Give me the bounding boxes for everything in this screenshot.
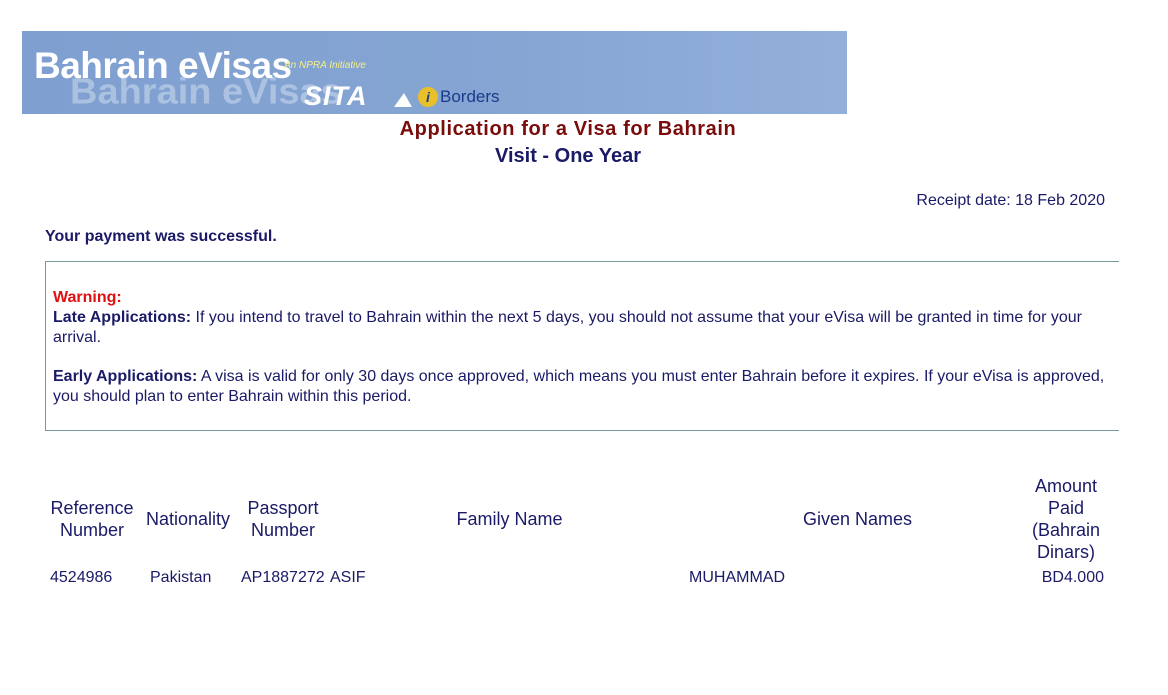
banner-title: Bahrain eVisas bbox=[34, 45, 292, 86]
warning-box: Warning: Late Applications: If you inten… bbox=[45, 261, 1119, 431]
iborders-logo-text: Borders bbox=[440, 87, 500, 106]
cell-family-name: ASIF bbox=[330, 569, 366, 586]
late-applications-paragraph: Late Applications: If you intend to trav… bbox=[53, 308, 1111, 348]
cell-nationality: Pakistan bbox=[150, 569, 212, 586]
early-applications-title: Early Applications: bbox=[53, 368, 198, 385]
warning-label: Warning: bbox=[53, 289, 122, 306]
table-row: 4524986 Pakistan AP1887272 ASIF MUHAMMAD… bbox=[44, 563, 1106, 587]
header-given-names: Given Names bbox=[802, 509, 913, 529]
cell-amount-paid: BD4.000 bbox=[1041, 569, 1104, 586]
sita-logo: SITA bbox=[304, 81, 368, 111]
cell-reference-number: 4524986 bbox=[50, 569, 113, 586]
sita-swoosh-icon bbox=[394, 93, 412, 107]
payment-success-message: Your payment was successful. bbox=[45, 228, 277, 245]
table-header-row: Reference Number Nationality Passport Nu… bbox=[44, 475, 1106, 563]
header-reference-number: Reference Number bbox=[50, 498, 134, 540]
application-table: Reference Number Nationality Passport Nu… bbox=[44, 475, 1106, 587]
early-applications-text: A visa is valid for only 30 days once ap… bbox=[53, 368, 1105, 405]
late-applications-text: If you intend to travel to Bahrain withi… bbox=[53, 309, 1082, 346]
header-family-name: Family Name bbox=[456, 509, 563, 529]
page-title: Application for a Visa for Bahrain bbox=[399, 118, 737, 140]
page-subtitle: Visit - One Year bbox=[494, 145, 641, 167]
header-passport-number: Passport Number bbox=[247, 498, 319, 540]
header-amount-paid: Amount Paid (Bahrain Dinars) bbox=[1031, 476, 1101, 562]
cell-given-names: MUHAMMAD bbox=[689, 569, 785, 586]
info-circle-icon: i bbox=[418, 87, 438, 107]
banner: Bahrain eVisas Bahrain eVisas An NPRA In… bbox=[22, 31, 847, 114]
cell-passport-number: AP1887272 bbox=[241, 569, 325, 586]
iborders-logo: i Borders bbox=[418, 87, 500, 107]
header-nationality: Nationality bbox=[145, 509, 231, 529]
early-applications-paragraph: Early Applications: A visa is valid for … bbox=[53, 367, 1111, 407]
late-applications-title: Late Applications: bbox=[53, 309, 192, 326]
banner-tagline: An NPRA Initiative bbox=[284, 60, 366, 71]
receipt-date: Receipt date: 18 Feb 2020 bbox=[916, 192, 1105, 209]
